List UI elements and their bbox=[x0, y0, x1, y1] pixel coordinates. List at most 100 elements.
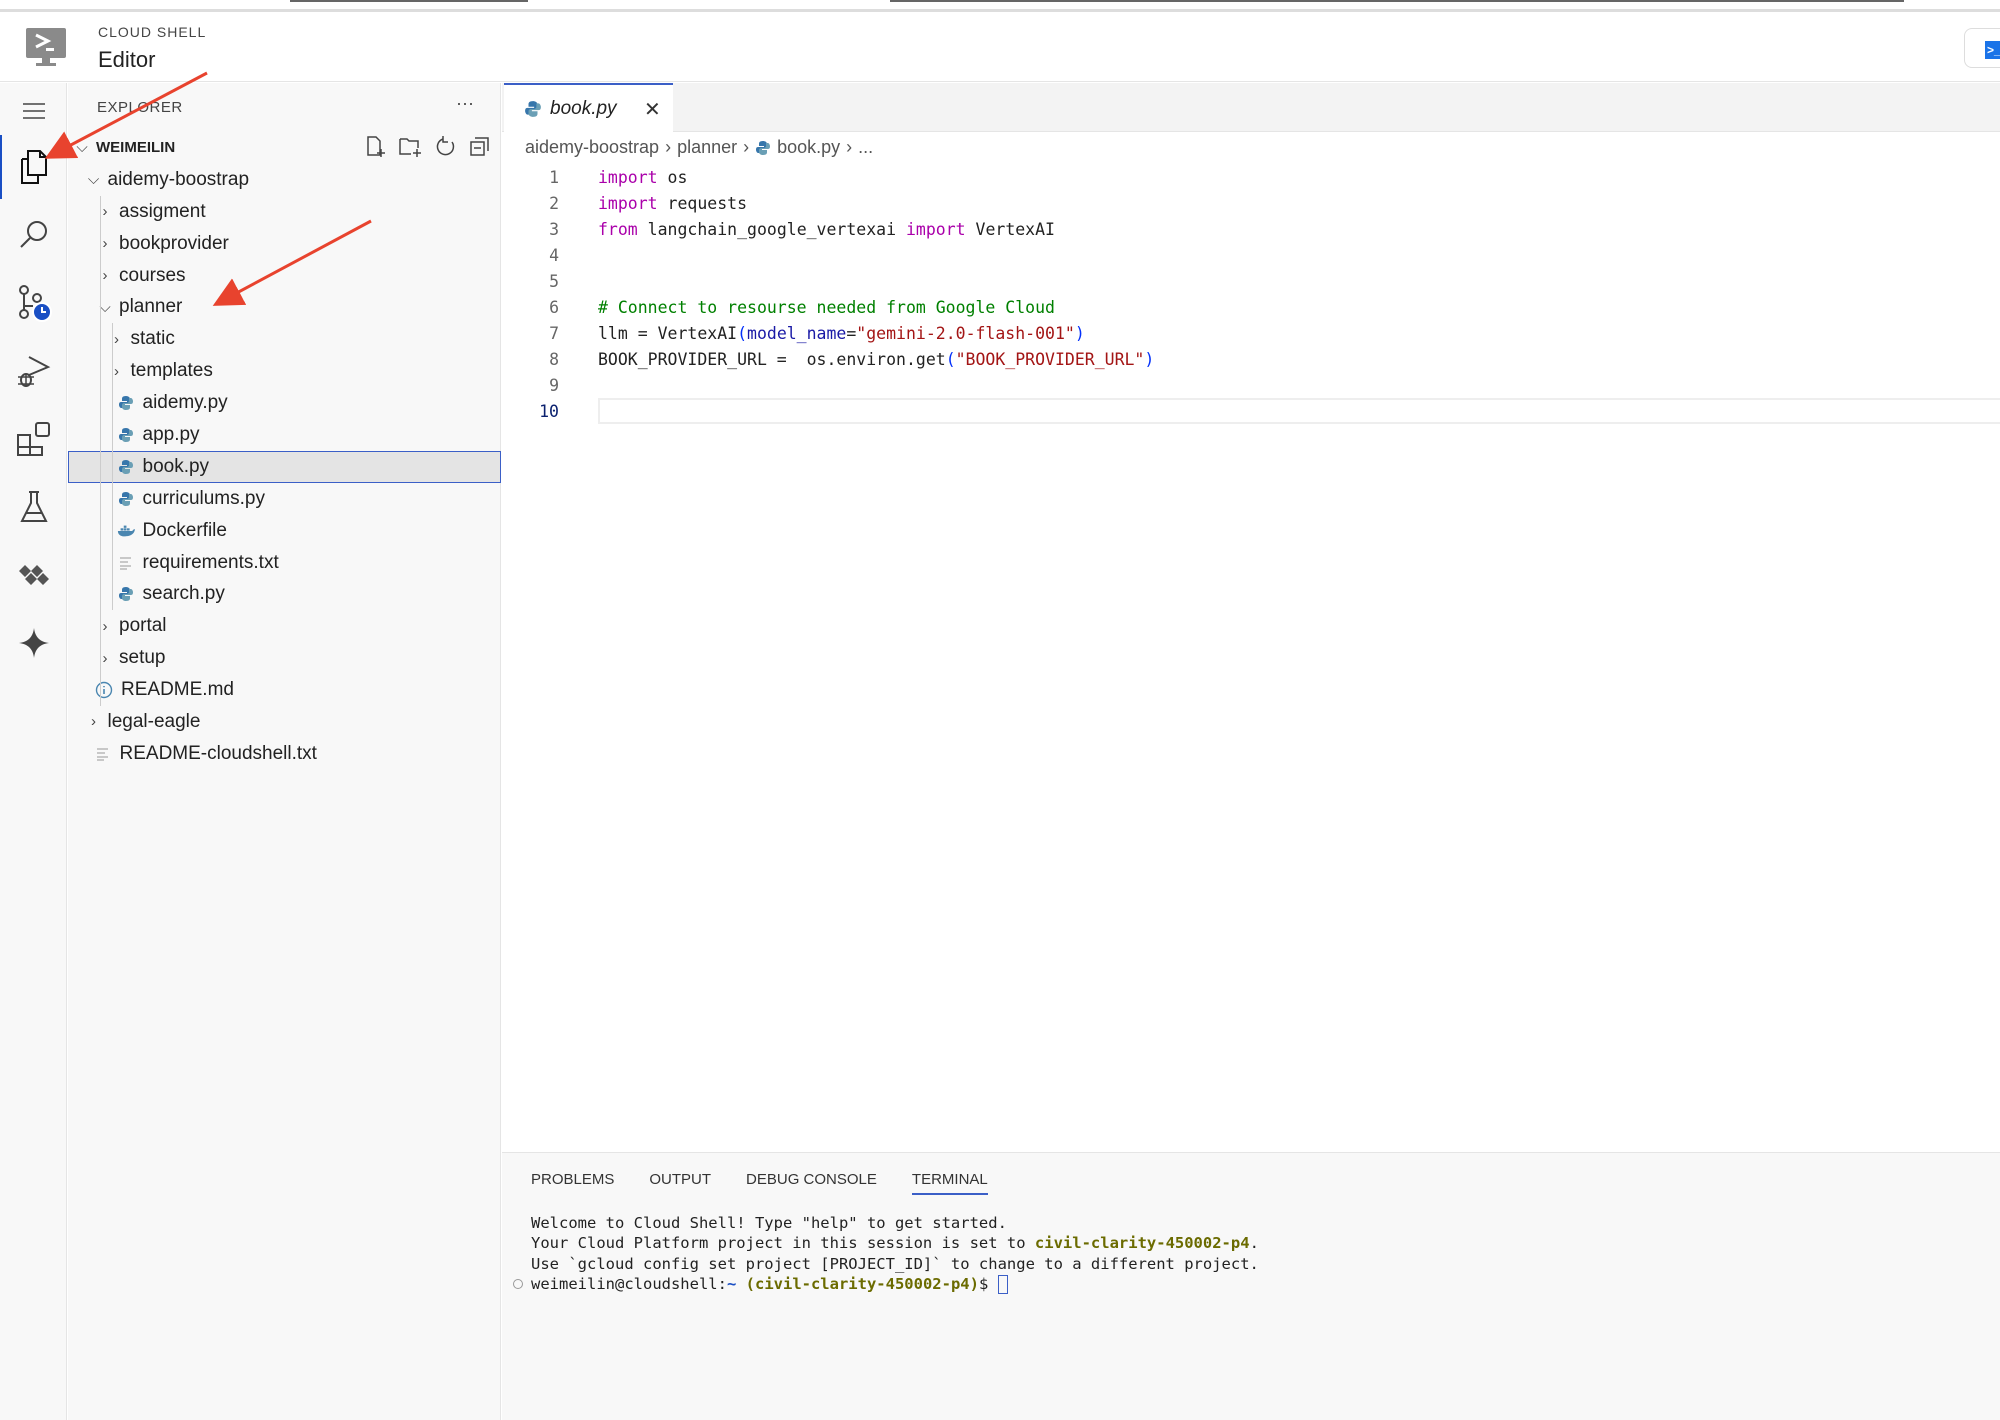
tree-folder[interactable]: › courses bbox=[68, 260, 501, 292]
breadcrumb-item[interactable]: aidemy-boostrap bbox=[525, 137, 659, 158]
tree-file[interactable]: README.md bbox=[68, 674, 501, 706]
tree-item-label: search.py bbox=[142, 583, 225, 605]
prompt-project: (civil-clarity-450002-p4) bbox=[745, 1275, 979, 1294]
breadcrumb: aidemy-boostrap › planner › book.py › ... bbox=[525, 137, 873, 158]
breadcrumb-item[interactable]: ... bbox=[858, 137, 873, 158]
prompt-path: ~ bbox=[726, 1275, 737, 1294]
extensions-icon[interactable] bbox=[14, 419, 54, 459]
code-token: from bbox=[598, 219, 638, 239]
breadcrumb-item[interactable]: planner bbox=[677, 137, 737, 158]
python-file-icon bbox=[117, 426, 135, 444]
code-line[interactable]: 4 bbox=[502, 242, 559, 268]
tab-problems[interactable]: PROBLEMS bbox=[531, 1171, 614, 1195]
code-token: import bbox=[905, 219, 966, 239]
breadcrumb-item[interactable]: book.py bbox=[777, 137, 840, 158]
code-text: BOOK_PROVIDER_URL = os.environ.get("BOOK… bbox=[598, 350, 1154, 369]
source-control-icon[interactable] bbox=[14, 283, 54, 323]
line-number: 6 bbox=[549, 297, 559, 317]
tree-item-label: setup bbox=[119, 647, 166, 669]
code-token: # Connect to resourse needed from Google… bbox=[598, 297, 1055, 317]
prompt-symbol: $ bbox=[978, 1275, 998, 1294]
tree-file[interactable]: app.py bbox=[68, 419, 501, 451]
tree-item-label: aidemy.py bbox=[142, 392, 228, 414]
python-file-icon bbox=[525, 101, 541, 117]
browser-top-strip bbox=[0, 0, 2000, 20]
terminal[interactable]: Welcome to Cloud Shell! Type "help" to g… bbox=[513, 1213, 1259, 1295]
editor-area: book.py ✕ aidemy-boostrap › planner › book… bbox=[502, 83, 2000, 1152]
tab-label: book.py bbox=[550, 98, 617, 119]
tab-output[interactable]: OUTPUT bbox=[649, 1171, 711, 1195]
tree-folder[interactable]: › assigment bbox=[68, 196, 501, 228]
tree-folder[interactable]: › templates bbox=[68, 355, 501, 387]
new-file-icon[interactable] bbox=[365, 136, 387, 158]
tree-folder[interactable]: › legal-eagle bbox=[68, 706, 501, 738]
tree-file[interactable]: curriculums.py bbox=[68, 483, 501, 515]
tab-terminal[interactable]: TERMINAL bbox=[911, 1171, 988, 1195]
code-editor[interactable]: 1 import os 2 import requests 3 from langchai… bbox=[502, 164, 2000, 424]
line-number: 5 bbox=[549, 271, 559, 291]
tree-folder[interactable]: › portal bbox=[68, 610, 501, 642]
code-line[interactable]: 3 from langchain_google_vertexai import V… bbox=[502, 216, 1055, 242]
chevron-down-icon: ⌵ bbox=[87, 171, 100, 189]
chevron-right-icon: › bbox=[743, 137, 750, 157]
panel-tabs: PROBLEMS OUTPUT DEBUG CONSOLE TERMINAL bbox=[531, 1171, 988, 1195]
open-terminal-button[interactable]: >_ bbox=[1964, 28, 2000, 68]
testing-icon[interactable] bbox=[14, 487, 54, 527]
more-actions-button[interactable]: ··· bbox=[456, 93, 474, 114]
code-token: "gemini-2.0-flash-001" bbox=[856, 323, 1075, 343]
menu-icon[interactable] bbox=[14, 91, 54, 131]
code-token: "BOOK_PROVIDER_URL" bbox=[955, 349, 1145, 369]
project-id: civil-clarity-450002-p4 bbox=[1034, 1234, 1250, 1253]
tree-folder[interactable]: › static bbox=[68, 323, 501, 355]
tree-item-label: planner bbox=[119, 296, 183, 318]
code-line[interactable]: 1 import os bbox=[502, 164, 687, 190]
tree-folder[interactable]: › bookprovider bbox=[68, 228, 501, 260]
prompt-user: weimeilin@cloudshell: bbox=[531, 1275, 727, 1294]
code-token: langchain_google_vertexai bbox=[637, 219, 906, 239]
header-title: Editor bbox=[98, 47, 156, 72]
tree-item-label: courses bbox=[119, 264, 186, 286]
code-line[interactable]: 5 bbox=[502, 268, 559, 294]
explorer-icon[interactable] bbox=[0, 135, 54, 199]
tree-folder[interactable]: ⌵ aidemy-boostrap bbox=[68, 164, 501, 196]
python-file-icon bbox=[117, 458, 135, 476]
tree-file[interactable]: aidemy.py bbox=[68, 387, 501, 419]
tree-file[interactable]: README-cloudshell.txt bbox=[68, 738, 501, 770]
tree-item-label: aidemy-boostrap bbox=[107, 168, 250, 190]
collapse-all-icon[interactable] bbox=[469, 136, 491, 158]
terminal-line: Your Cloud Platform project in this sess… bbox=[531, 1234, 1035, 1253]
gemini-icon[interactable] bbox=[14, 623, 54, 663]
tree-folder[interactable]: › setup bbox=[68, 642, 501, 674]
workspace-root-label: WEIMEILIN bbox=[96, 139, 176, 157]
code-line[interactable]: 2 import requests bbox=[502, 190, 747, 216]
chevron-right-icon: › bbox=[665, 137, 672, 157]
search-icon[interactable] bbox=[14, 215, 54, 255]
workspace-root[interactable]: ⌵ WEIMEILIN bbox=[68, 132, 501, 164]
cloud-code-icon[interactable] bbox=[14, 555, 54, 595]
code-line[interactable]: 8 BOOK_PROVIDER_URL = os.environ.get("BOO… bbox=[502, 346, 1154, 372]
docker-icon bbox=[117, 522, 135, 540]
code-line[interactable]: 6 # Connect to resourse needed from Googl… bbox=[502, 294, 1055, 320]
code-token: ) bbox=[1074, 323, 1085, 343]
explorer-title: EXPLORER bbox=[97, 99, 183, 116]
tree-item-label: curriculums.py bbox=[142, 487, 265, 509]
new-folder-icon[interactable] bbox=[399, 136, 423, 158]
code-line[interactable]: 7 llm = VertexAI(model_name="gemini-2.0-f… bbox=[502, 320, 1085, 346]
refresh-icon[interactable] bbox=[435, 136, 457, 158]
line-number: 9 bbox=[549, 375, 559, 395]
tree-file[interactable]: book.py bbox=[68, 450, 501, 483]
line-number: 3 bbox=[549, 219, 559, 239]
run-debug-icon[interactable] bbox=[14, 351, 54, 391]
terminal-icon: >_ bbox=[1985, 41, 2000, 59]
close-tab-icon[interactable]: ✕ bbox=[644, 97, 661, 122]
tree-file[interactable]: search.py bbox=[68, 578, 501, 610]
code-line[interactable]: 10 bbox=[502, 398, 2000, 424]
tab-book-py[interactable]: book.py ✕ bbox=[504, 83, 673, 133]
tree-file[interactable]: requirements.txt bbox=[68, 547, 501, 579]
tree-item-label: templates bbox=[130, 360, 213, 382]
code-line[interactable]: 9 bbox=[502, 372, 559, 398]
tab-debug-console[interactable]: DEBUG CONSOLE bbox=[746, 1171, 877, 1195]
tree-folder[interactable]: ⌵ planner bbox=[68, 291, 501, 323]
code-text: import os bbox=[598, 168, 687, 187]
tree-file[interactable]: Dockerfile bbox=[68, 515, 501, 547]
